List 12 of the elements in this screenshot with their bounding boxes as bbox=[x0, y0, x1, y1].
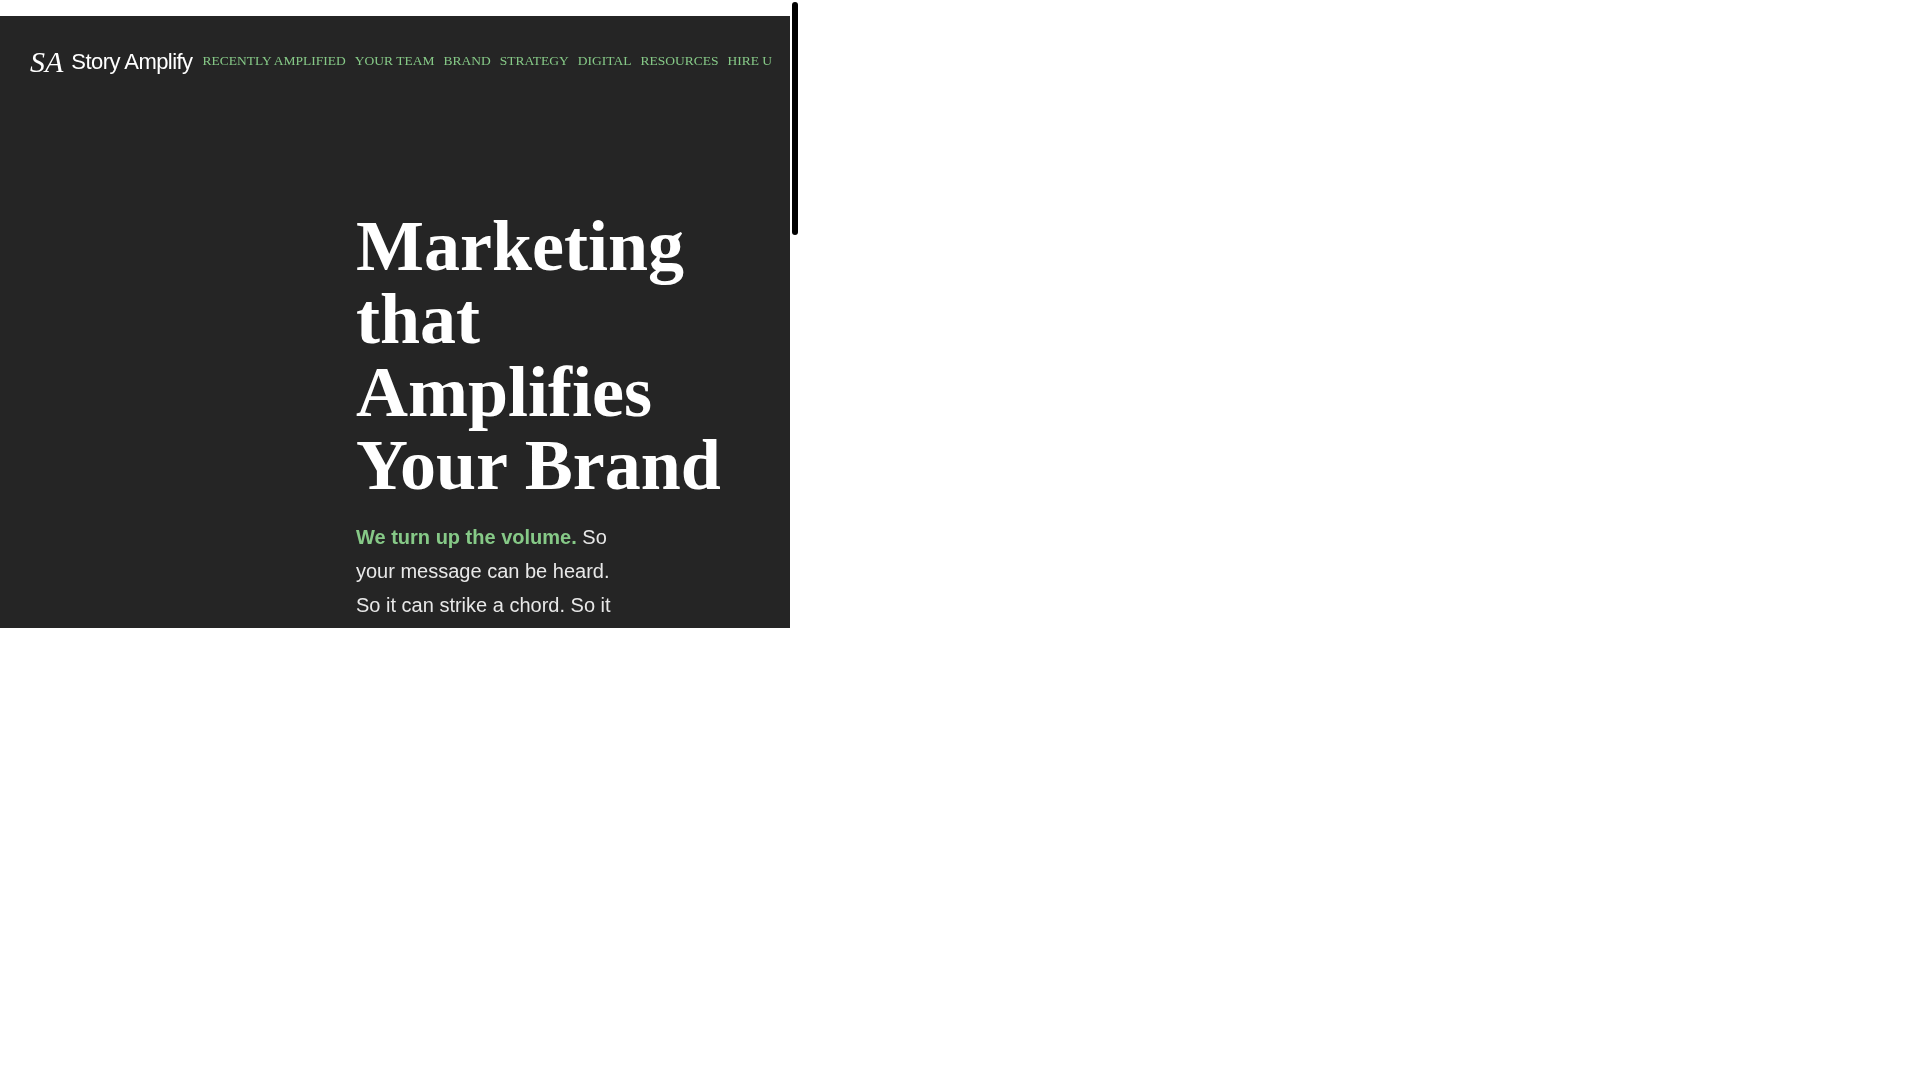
nav-link[interactable]: HIRE U bbox=[727, 50, 773, 72]
scrollbar[interactable] bbox=[792, 2, 798, 235]
hero-heading: Marketing that Amplifies Your Brand bbox=[356, 210, 722, 502]
nav-link[interactable]: STRATEGY bbox=[499, 50, 569, 72]
nav-link[interactable]: RESOURCES bbox=[640, 50, 719, 72]
nav-link[interactable]: YOUR TEAM bbox=[354, 50, 435, 72]
nav-link[interactable]: RECENTLY AMPLIFIED bbox=[202, 50, 346, 72]
nav-link[interactable]: BRAND bbox=[443, 50, 491, 72]
logo-wordmark[interactable]: Story Amplify bbox=[71, 44, 193, 78]
logo-monogram[interactable]: SA bbox=[30, 38, 64, 84]
hero-paragraph: We turn up the volume. So your message can be heard. So it can strike a chord. So it bbox=[356, 525, 612, 618]
nav-link[interactable]: DIGITAL bbox=[577, 50, 632, 72]
